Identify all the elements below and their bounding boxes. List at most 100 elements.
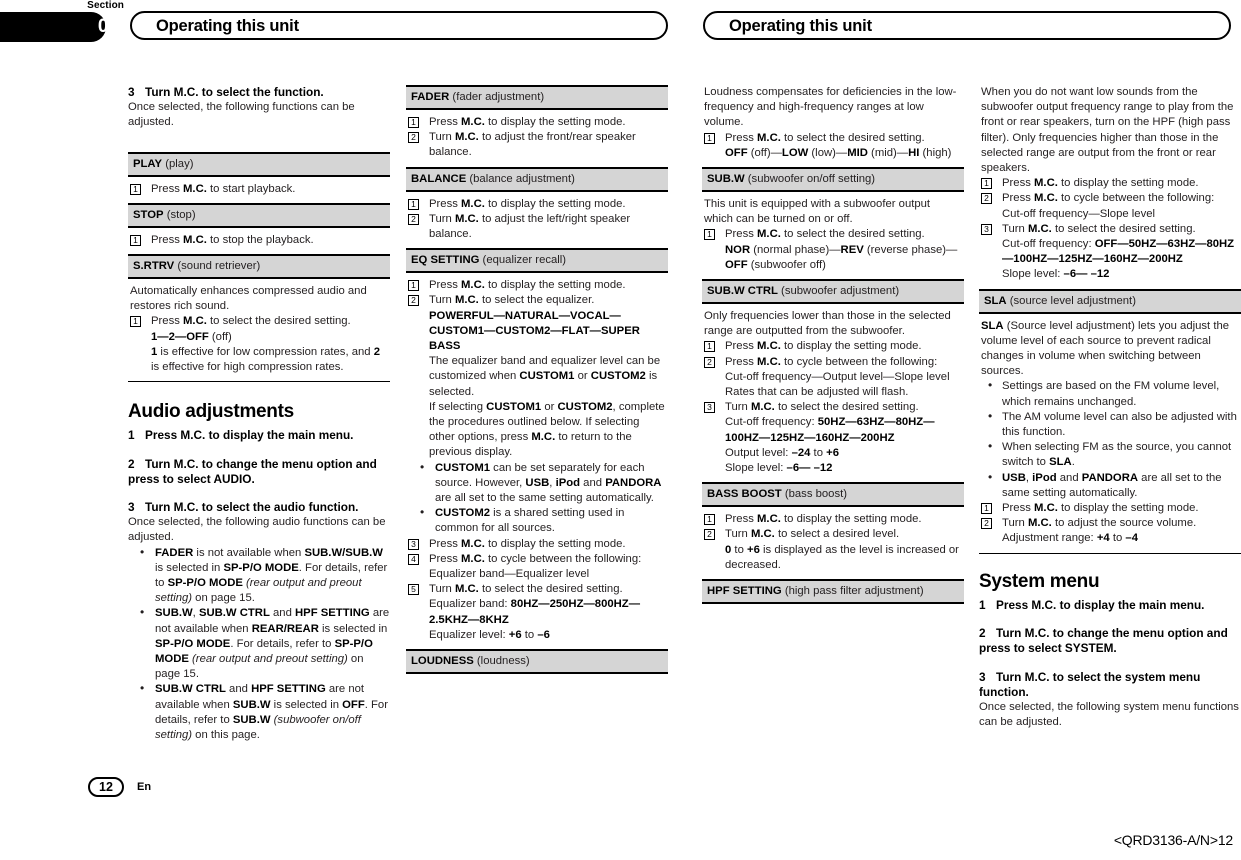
srtrv-intro: Automatically enhances compressed audio … — [130, 285, 367, 313]
step-marker: 1 — [981, 503, 992, 515]
text: Slope level: — [725, 462, 787, 475]
section-bar-subwctrl-desc: (subwoofer adjustment) — [777, 285, 900, 298]
list-item: 2 Press M.C. to cycle between the followi… — [704, 355, 962, 370]
text: If selecting — [429, 400, 487, 413]
section-number: 02 — [97, 16, 119, 37]
text-bold: M.C. — [1027, 517, 1052, 530]
section-body-play: 1 Press M.C. to start playback. — [128, 177, 390, 203]
column-2: FADER (fader adjustment) 1 Press M.C. to … — [406, 85, 668, 675]
text-bold: CUSTOM1 — [435, 461, 491, 474]
system-step-2-title: Turn M.C. to change the menu option and … — [979, 626, 1228, 656]
section-body-subw-ctrl: Only frequencies lower than those in the… — [702, 304, 964, 482]
text: to display the setting mode. — [484, 279, 626, 292]
text: Turn — [429, 212, 455, 225]
text-bold: –12 — [813, 462, 833, 475]
step-3-title: Turn M.C. to select the function. — [145, 85, 324, 99]
text: or — [574, 370, 591, 383]
list-item: The AM volume level can also be adjusted… — [981, 409, 1239, 440]
audio-step-2-title: Turn M.C. to change the menu option and … — [128, 456, 377, 486]
text: Press — [429, 279, 462, 292]
text: to — [1109, 532, 1126, 545]
manual-page: Section 02 Operating this unit Operating… — [0, 0, 1241, 860]
text-bold: –6 — [537, 628, 550, 641]
text: Press — [1002, 502, 1035, 515]
text: is selected in — [270, 698, 343, 711]
step-marker: 2 — [981, 518, 992, 530]
language-code: En — [137, 781, 152, 793]
section-bar-srtrv-code: S.RTRV — [133, 260, 175, 273]
list-item: When selecting FM as the source, you can… — [981, 439, 1239, 470]
text-bold: PANDORA — [605, 476, 662, 489]
text: is effective for low compression rates, … — [157, 345, 374, 358]
text-bold: HI — [908, 146, 920, 159]
system-step-2-number: 2 — [979, 626, 986, 641]
text: to — [521, 628, 538, 641]
subwctrl-cutoff-values: Cut-off frequency: 50HZ—63HZ—80HZ—100HZ—… — [704, 415, 962, 445]
text-bold: M.C. — [750, 528, 775, 541]
section-body-sla: SLA (Source level adjustment) lets you a… — [979, 314, 1241, 554]
text: and — [580, 476, 606, 489]
text: Press — [429, 552, 462, 565]
text: on this page. — [192, 729, 260, 742]
system-step-1: 1 Press M.C. to display the main menu. — [979, 598, 1241, 613]
text: to display the setting mode. — [1057, 177, 1199, 190]
list-item: 1 Press M.C. to display the setting mode. — [704, 512, 962, 527]
text: to display the setting mode. — [780, 340, 922, 353]
section-bar-hpf-setting: HPF SETTING (high pass filter adjustment… — [702, 579, 964, 605]
text-bold: +6 — [747, 543, 760, 556]
step-marker: 1 — [704, 514, 715, 526]
audio-step-2: 2 Turn M.C. to change the menu option and… — [128, 457, 390, 487]
text-bold: CUSTOM2 — [590, 370, 646, 383]
step-marker: 2 — [704, 356, 715, 368]
text: to select the desired setting. — [774, 401, 919, 414]
text-bold: M.C. — [1034, 502, 1058, 515]
section-bar-fader-desc: (fader adjustment) — [449, 91, 545, 103]
section-bar-subw-ctrl: SUB.W CTRL (subwoofer adjustment) — [702, 279, 964, 305]
text-bold: M.C. — [757, 355, 781, 368]
list-item: CUSTOM2 is a shared setting used in comm… — [408, 505, 666, 536]
text-bold: M.C. — [454, 212, 479, 225]
text-bold: SLA — [1049, 456, 1072, 469]
srtrv-values: 1—2—OFF (off) — [130, 330, 388, 345]
text-bold: SUB.W CTRL — [155, 683, 226, 696]
text-bold: SUB.W — [232, 713, 271, 726]
text-bold: M.C. — [183, 182, 207, 195]
system-step-2: 2 Turn M.C. to change the menu option and… — [979, 626, 1241, 656]
list-item: 1 Press M.C. to display the setting mode. — [408, 115, 666, 130]
text-bold: OFF — [725, 146, 748, 159]
text-bold: REV — [840, 243, 864, 256]
text: and — [225, 683, 252, 696]
text-bold: M.C. — [757, 340, 781, 353]
step-marker: 1 — [981, 178, 992, 190]
list-item: 2 Turn M.C. to adjust the left/right spea… — [408, 212, 666, 242]
text: Cut-off frequency: — [1002, 238, 1095, 251]
column-4: When you do not want low sounds from the… — [979, 85, 1241, 730]
audio-step-3-body: Once selected, the following audio funct… — [128, 516, 386, 544]
section-body-hpf: When you do not want low sounds from the… — [979, 85, 1241, 289]
text: Turn — [1002, 222, 1028, 235]
section-body-stop: 1 Press M.C. to stop the playback. — [128, 228, 390, 254]
text: is selected in — [155, 561, 224, 574]
text-bold: LOW — [781, 146, 809, 159]
text: or — [541, 400, 558, 413]
hpf-cutoff-values: Cut-off frequency: OFF—50HZ—63HZ—80HZ—10… — [981, 237, 1239, 267]
text-bold: OFF — [725, 258, 748, 271]
section-bar-loudness-code: LOUDNESS — [411, 655, 474, 668]
step-marker: 3 — [704, 402, 715, 414]
audio-step-3-number: 3 — [128, 500, 135, 515]
list-item: 2 Turn M.C. to adjust the front/rear spea… — [408, 130, 666, 160]
text-bold: CUSTOM2 — [435, 507, 491, 520]
list-item: 5 Turn M.C. to select the desired setting… — [408, 582, 666, 597]
step-marker: 2 — [704, 529, 715, 541]
text-bold: MID — [847, 146, 868, 159]
text-bold: +6 — [826, 446, 840, 459]
text: When selecting FM as the source, you can… — [1002, 441, 1232, 469]
section-bar-subw: SUB.W (subwoofer on/off setting) — [702, 167, 964, 193]
text: on page 15. — [192, 592, 255, 605]
list-item: 4 Press M.C. to cycle between the followi… — [408, 552, 666, 567]
step-marker: 1 — [130, 316, 141, 328]
text-bold: M.C. — [757, 131, 781, 144]
hpf-intro: When you do not want low sounds from the… — [981, 86, 1234, 175]
text-bold: NOR — [725, 243, 751, 256]
step-marker: 2 — [408, 213, 419, 225]
